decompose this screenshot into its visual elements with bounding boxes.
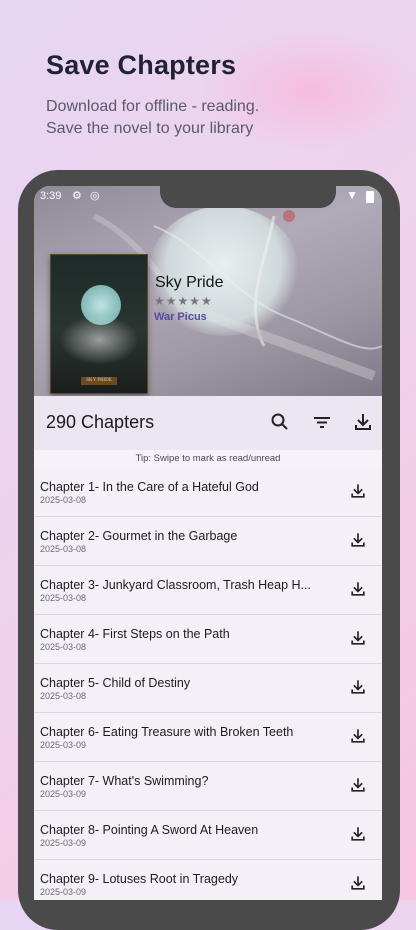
chapter-date: 2025-03-08 <box>40 691 87 701</box>
chapter-date: 2025-03-09 <box>40 887 87 897</box>
chapter-title: Chapter 2- Gourmet in the Garbage <box>40 529 238 543</box>
chapter-count: 290 Chapters <box>46 412 155 432</box>
chapter-date: 2025-03-09 <box>40 838 87 848</box>
sync-status-icon: ◎ <box>90 190 100 202</box>
chapter-date: 2025-03-08 <box>40 642 87 652</box>
chapter-row[interactable]: Chapter 6- Eating Treasure with Broken T… <box>34 713 382 762</box>
chapter-row[interactable]: Chapter 1- In the Care of a Hateful God … <box>34 468 382 517</box>
cover-crane <box>59 315 139 365</box>
chapter-row[interactable]: Chapter 3- Junkyard Classroom, Trash Hea… <box>34 566 382 615</box>
camera-notch <box>160 186 336 208</box>
download-icon[interactable] <box>348 628 368 648</box>
download-icon[interactable] <box>348 775 368 795</box>
status-time: 3:39 <box>40 190 62 202</box>
app-screen: SKY PRIDE Sky Pride ★★★★★ War Picus 3:39… <box>34 186 382 900</box>
chapter-date: 2025-03-08 <box>40 495 87 505</box>
chapter-list: Chapter 1- In the Care of a Hateful God … <box>34 468 382 900</box>
swipe-tip: Tip: Swipe to mark as read/unread <box>34 450 382 468</box>
chapter-row[interactable]: Chapter 8- Pointing A Sword At Heaven 20… <box>34 811 382 860</box>
chapter-title: Chapter 4- First Steps on the Path <box>40 627 230 641</box>
chapter-date: 2025-03-08 <box>40 544 87 554</box>
download-icon[interactable] <box>348 481 368 501</box>
chapter-row[interactable]: Chapter 5- Child of Destiny 2025-03-08 <box>34 664 382 713</box>
chapter-title: Chapter 7- What's Swimming? <box>40 774 209 788</box>
hero-banner: SKY PRIDE Sky Pride ★★★★★ War Picus <box>34 186 382 396</box>
search-icon[interactable] <box>268 410 292 434</box>
chapter-date: 2025-03-09 <box>40 789 87 799</box>
chapters-toolbar: 290 Chapters <box>34 396 382 450</box>
chapter-title: Chapter 8- Pointing A Sword At Heaven <box>40 823 259 837</box>
chapter-row[interactable]: Chapter 9- Lotuses Root in Tragedy 2025-… <box>34 860 382 900</box>
chapter-title: Chapter 3- Junkyard Classroom, Trash Hea… <box>40 578 311 592</box>
download-icon[interactable] <box>348 873 368 893</box>
promo-subline-2: Save the novel to your library <box>46 120 254 137</box>
chapter-date: 2025-03-08 <box>40 593 87 603</box>
rating-stars: ★★★★★ <box>154 294 213 308</box>
download-icon[interactable] <box>348 579 368 599</box>
book-cover[interactable]: SKY PRIDE <box>50 254 148 394</box>
chapter-title: Chapter 9- Lotuses Root in Tragedy <box>40 872 239 886</box>
battery-icon <box>366 191 374 203</box>
cover-title-band: SKY PRIDE <box>81 377 117 385</box>
chapter-date: 2025-03-09 <box>40 740 87 750</box>
download-icon[interactable] <box>348 726 368 746</box>
promo-headline: Save Chapters <box>46 50 237 80</box>
wifi-icon: ▼ <box>346 188 358 202</box>
download-icon[interactable] <box>348 530 368 550</box>
book-title: Sky Pride <box>155 274 224 291</box>
promo-subtitle: Download for offline - reading. Save the… <box>46 96 259 140</box>
author-link[interactable]: War Picus <box>154 311 207 323</box>
download-icon[interactable] <box>348 677 368 697</box>
sort-icon[interactable] <box>310 410 334 434</box>
chapter-row[interactable]: Chapter 2- Gourmet in the Garbage 2025-0… <box>34 517 382 566</box>
chapter-title: Chapter 6- Eating Treasure with Broken T… <box>40 725 294 739</box>
download-icon[interactable] <box>348 824 368 844</box>
settings-status-icon: ⚙ <box>72 190 82 202</box>
promo-subline-1: Download for offline - reading. <box>46 98 260 115</box>
chapter-row[interactable]: Chapter 4- First Steps on the Path 2025-… <box>34 615 382 664</box>
chapter-row[interactable]: Chapter 7- What's Swimming? 2025-03-09 <box>34 762 382 811</box>
chapter-title: Chapter 5- Child of Destiny <box>40 676 191 690</box>
chapter-title: Chapter 1- In the Care of a Hateful God <box>40 480 259 494</box>
download-all-icon[interactable] <box>351 410 375 434</box>
